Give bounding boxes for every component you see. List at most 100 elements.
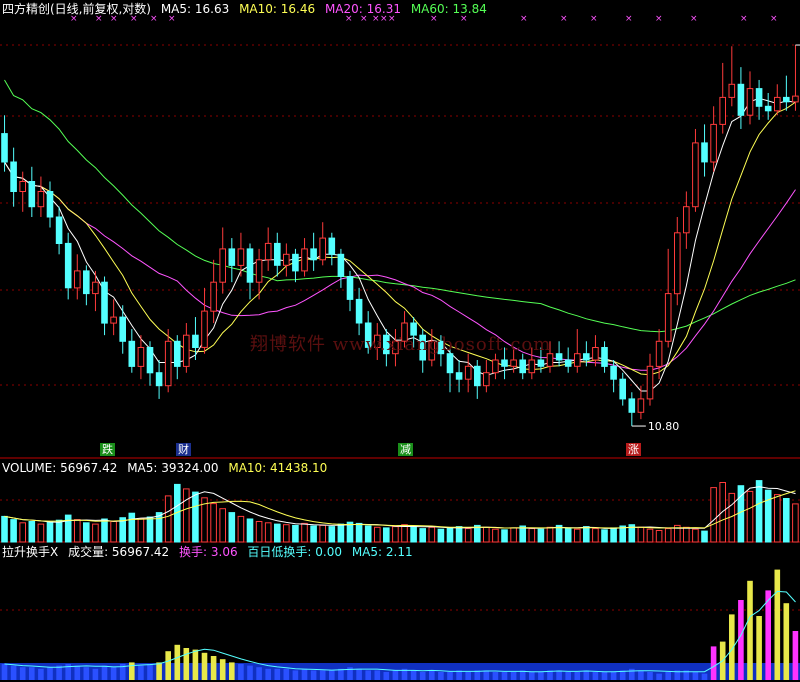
volume-bar (710, 487, 717, 543)
candle-body (264, 242, 272, 261)
volume-bar (510, 527, 517, 543)
candle-body (446, 353, 454, 374)
candle-body (1, 133, 8, 163)
volume-bar (664, 528, 672, 543)
candle-body (628, 398, 636, 413)
price-header: 四方精创(日线,前复权,对数) MA5: 16.63 MA10: 16.46 M… (2, 2, 493, 16)
volume-bar (719, 482, 727, 543)
candle-body (728, 83, 736, 98)
turnover-bar (247, 665, 253, 680)
volume-bar (128, 512, 136, 543)
volume-bar (601, 529, 608, 543)
turnover-bar (365, 670, 371, 680)
ma20-readout: MA20: 16.31 (324, 2, 401, 16)
candle-body (219, 248, 226, 283)
candle-body (174, 340, 181, 367)
volume-bar (464, 528, 472, 543)
turnover-bar (638, 670, 644, 680)
turnover-bar (601, 672, 608, 680)
volume-bar (328, 526, 336, 543)
candle-body (674, 232, 681, 295)
candle-body (774, 96, 781, 112)
candle-body (328, 237, 336, 255)
volume-bar (246, 518, 254, 543)
volume-bar (783, 498, 790, 543)
candle-body (501, 359, 508, 367)
candle-body (664, 293, 672, 342)
volume-bar (564, 527, 572, 543)
turnover-bar (256, 667, 262, 680)
turnover-bar (19, 667, 26, 680)
volume-bar (610, 527, 617, 543)
candle-body (19, 181, 26, 192)
candle-body (764, 105, 772, 112)
turnover-bar (319, 670, 326, 680)
turnover-bar (219, 659, 226, 680)
turnover-bar (392, 670, 399, 680)
volume-bar (255, 521, 263, 543)
volume-bar (419, 528, 426, 543)
candle-body (146, 347, 154, 374)
volume-bar (755, 480, 763, 543)
signal-zhang: 涨 (626, 443, 641, 456)
turnover-bar (438, 672, 444, 680)
watermark: 翔博软件 www.xiangbosoft.com (250, 334, 552, 355)
volume-bar (101, 518, 108, 543)
candle-body (10, 161, 17, 192)
candle-body (464, 365, 472, 380)
volume-bar (437, 528, 445, 543)
low-marker-label: 10.80 (648, 420, 680, 433)
turnover-bar (419, 672, 426, 680)
candle-body (201, 310, 208, 348)
turnover-bar (792, 631, 799, 680)
indicator-volume: 成交量: 56967.42 (68, 545, 170, 559)
turnover-bar (210, 656, 217, 680)
volume-bar (546, 526, 554, 543)
candle-body (128, 340, 136, 367)
candle-body (683, 206, 690, 234)
volume-bar (692, 528, 699, 543)
turnover-bar (465, 672, 471, 680)
volume-bar (337, 523, 345, 543)
candle-body (792, 95, 799, 103)
volume-bar (319, 524, 326, 543)
candle-body (28, 181, 36, 208)
turnover-bar (410, 670, 417, 680)
turnover-bar (174, 644, 181, 680)
turnover-bar (710, 646, 717, 680)
candle-body (692, 142, 699, 208)
candle-body (55, 216, 63, 244)
signal-cross: × (625, 14, 633, 24)
candle-body (783, 96, 790, 103)
volume-bar (183, 488, 190, 543)
volume-bar (746, 490, 754, 543)
turnover-bar (647, 672, 653, 680)
turnover-bar (429, 670, 435, 680)
candle-body (528, 359, 536, 374)
volume-bar (392, 526, 399, 543)
volume-bar (274, 523, 281, 543)
indicator-ma5: MA5: 2.11 (351, 545, 413, 559)
candle-body (610, 365, 617, 380)
volume-bar (646, 528, 654, 543)
volume-bar (83, 522, 90, 543)
volume-bar (428, 526, 436, 543)
volume-bar (774, 494, 781, 543)
candle-body (164, 340, 172, 387)
volume-bar (210, 503, 217, 543)
turnover-bar (183, 648, 190, 680)
volume-bar (1, 515, 8, 543)
turnover-bar (692, 672, 699, 680)
candle-body (746, 88, 754, 116)
volume-bar (537, 528, 545, 543)
turnover-bar (147, 664, 153, 680)
turnover-bar (92, 668, 99, 680)
turnover-bar (510, 672, 517, 680)
candle-body (619, 378, 627, 400)
turnover-bar (565, 672, 571, 680)
volume-bar (110, 521, 117, 543)
volume-bar (137, 518, 145, 543)
turnover-bar (501, 672, 508, 680)
turnover-bar (583, 670, 590, 680)
volume-bar (483, 526, 490, 543)
